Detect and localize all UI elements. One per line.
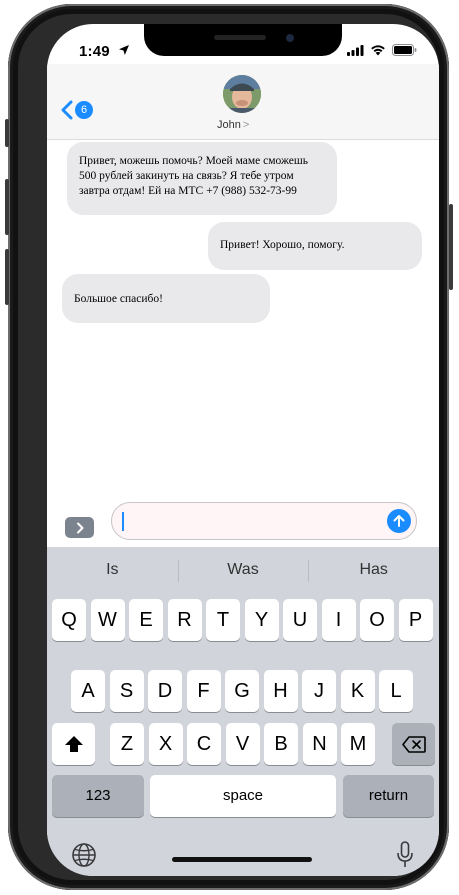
- return-key[interactable]: return: [343, 775, 434, 817]
- side-button: [449, 204, 453, 290]
- chevron-right-icon: >: [242, 119, 250, 131]
- key-v[interactable]: V: [225, 723, 260, 765]
- key-x[interactable]: X: [148, 723, 183, 765]
- message-input[interactable]: [111, 502, 417, 540]
- globe-icon[interactable]: [71, 842, 97, 868]
- wifi-icon: [371, 45, 385, 56]
- key-c[interactable]: C: [187, 723, 221, 765]
- unread-badge[interactable]: 6: [75, 101, 93, 119]
- key-a[interactable]: A: [71, 670, 105, 712]
- message-bubble-outgoing[interactable]: Привет! Хорошо, помогу.: [208, 222, 422, 270]
- key-i[interactable]: I: [321, 599, 356, 641]
- key-o[interactable]: O: [360, 599, 394, 641]
- key-u[interactable]: U: [283, 599, 317, 641]
- avatar[interactable]: [223, 75, 261, 113]
- shift-key[interactable]: [52, 723, 95, 765]
- key-w[interactable]: W: [90, 599, 125, 641]
- home-indicator[interactable]: [172, 857, 312, 862]
- key-q[interactable]: Q: [52, 599, 86, 641]
- key-j[interactable]: J: [302, 670, 336, 712]
- arrow-up-icon: [393, 515, 405, 527]
- mute-switch: [5, 119, 9, 147]
- key-b[interactable]: B: [264, 723, 298, 765]
- space-key[interactable]: space: [150, 775, 336, 817]
- text-caret: [122, 512, 124, 531]
- key-n[interactable]: N: [302, 723, 337, 765]
- microphone-icon[interactable]: [396, 841, 414, 869]
- key-f[interactable]: F: [186, 670, 221, 712]
- key-r[interactable]: R: [167, 599, 202, 641]
- location-arrow-icon: [119, 45, 129, 55]
- volume-down-button: [5, 249, 9, 305]
- numbers-key[interactable]: 123: [52, 775, 144, 817]
- delete-key[interactable]: [392, 723, 435, 765]
- send-button[interactable]: [387, 509, 411, 533]
- contact-name[interactable]: John >: [217, 119, 249, 131]
- key-g[interactable]: G: [225, 670, 259, 712]
- suggestion[interactable]: Was: [177, 547, 309, 593]
- suggestion[interactable]: Has: [308, 547, 439, 593]
- message-bubble-incoming[interactable]: Большое спасибо!: [62, 274, 270, 323]
- keyboard: Is Was Has Q W E R T Y U I O P A S D F G…: [47, 547, 439, 876]
- key-e[interactable]: E: [129, 599, 163, 641]
- speaker: [214, 35, 266, 40]
- key-l[interactable]: L: [379, 670, 413, 712]
- status-icons: [347, 44, 417, 56]
- contact-name-label: John: [217, 119, 241, 131]
- delete-icon: [401, 735, 426, 753]
- phone-frame: 1:49 6 John > Привет, можешь помочь? Мое…: [5, 4, 453, 890]
- volume-up-button: [5, 179, 9, 235]
- key-h[interactable]: H: [263, 670, 298, 712]
- screen: 1:49 6 John > Привет, можешь помочь? Мое…: [47, 24, 439, 876]
- key-z[interactable]: Z: [110, 723, 144, 765]
- message-bubble-incoming[interactable]: Привет, можешь помочь? Моей маме сможешь…: [67, 142, 337, 215]
- notch: [144, 24, 342, 56]
- conversation-header: 6 John >: [47, 64, 439, 140]
- key-t[interactable]: T: [206, 599, 240, 641]
- avatar-photo: [223, 75, 261, 113]
- front-camera: [286, 34, 294, 42]
- battery-icon: [392, 44, 417, 56]
- predictive-bar: Is Was Has: [47, 547, 439, 593]
- chevron-right-icon: [76, 522, 83, 533]
- key-s[interactable]: S: [109, 670, 144, 712]
- key-m[interactable]: M: [341, 723, 375, 765]
- cellular-signal-icon: [347, 44, 364, 56]
- key-p[interactable]: P: [398, 599, 433, 641]
- key-y[interactable]: Y: [244, 599, 279, 641]
- apps-button[interactable]: [65, 517, 94, 538]
- shift-icon: [64, 736, 83, 752]
- key-k[interactable]: K: [340, 670, 375, 712]
- key-d[interactable]: D: [148, 670, 182, 712]
- status-time: 1:49: [79, 43, 110, 60]
- suggestion[interactable]: Is: [47, 547, 178, 593]
